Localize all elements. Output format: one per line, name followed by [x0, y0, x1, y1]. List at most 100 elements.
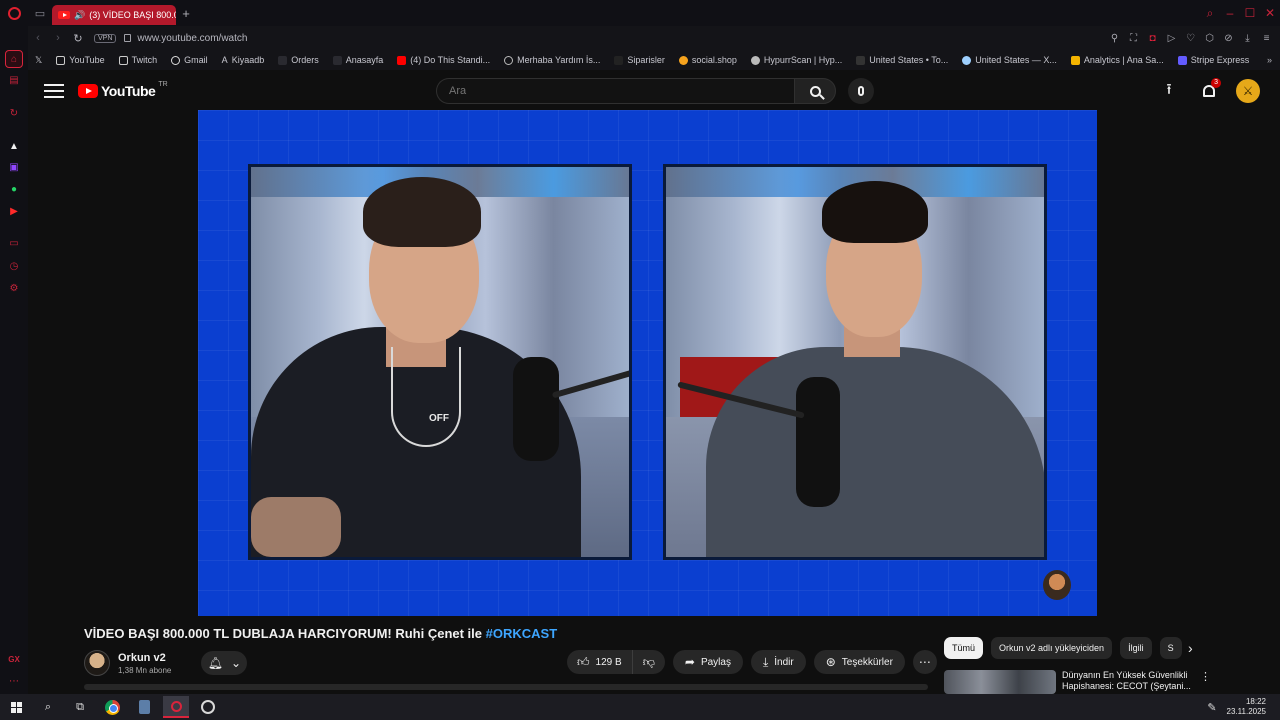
recommended-video[interactable]: Dünyanın En Yüksek Güvenlikli Hapishanes…	[944, 670, 1214, 694]
video-player[interactable]: OFF	[198, 110, 1097, 616]
search-input[interactable]	[436, 78, 794, 104]
bookmark-item[interactable]: United States — X...	[955, 55, 1064, 65]
search-button[interactable]	[794, 78, 836, 104]
twitch-icon[interactable]: ▣	[5, 158, 23, 176]
history-icon[interactable]: ◷	[5, 257, 23, 275]
vpn-badge[interactable]: VPN	[94, 33, 117, 43]
share-button[interactable]: ➦ Paylaş	[672, 650, 743, 674]
account-avatar[interactable]: ⚔	[1236, 79, 1260, 103]
minimize-button[interactable]: –	[1220, 0, 1240, 26]
a-letter-icon: A	[221, 55, 228, 65]
bookmark-item[interactable]: Siparisler	[607, 55, 672, 65]
bookmark-x[interactable]: 𝕏	[28, 55, 49, 66]
lock-icon[interactable]	[124, 34, 132, 42]
dislike-button[interactable]: 👎︎	[633, 650, 665, 674]
refresh-feed-icon[interactable]: ↻	[5, 104, 23, 122]
extensions-icon[interactable]: ⬡	[1202, 33, 1217, 44]
chip-from-uploader[interactable]: Orkun v2 adlı yükleyiciden	[991, 637, 1113, 659]
bookmark-item[interactable]: Analytics | Ana Sa...	[1064, 55, 1171, 65]
opera-menu-button[interactable]	[0, 0, 28, 26]
new-tab-button[interactable]: +	[176, 6, 196, 21]
aria-icon[interactable]: ▲	[5, 137, 23, 155]
stripe-icon	[1177, 55, 1187, 65]
chip-related[interactable]: İlgili	[1120, 637, 1152, 659]
start-button[interactable]	[0, 694, 32, 720]
bookmark-item[interactable]: A Kiyaadb	[215, 55, 272, 65]
channel-name[interactable]: Orkun v2	[118, 652, 171, 664]
url-field[interactable]: www.youtube.com/watch	[137, 33, 247, 44]
bookmark-item[interactable]: Anasayfa	[326, 55, 391, 65]
tab-islands-icon[interactable]: ▭	[28, 0, 52, 26]
calculator-taskbar-button[interactable]	[128, 694, 160, 720]
opera-gx-taskbar-button[interactable]	[160, 694, 192, 720]
speaker-icon: 🔊	[74, 9, 86, 20]
upload-icon[interactable]: ⭱	[1156, 78, 1182, 104]
chip-all[interactable]: Tümü	[944, 637, 984, 659]
bookmark-label: HypurrScan | Hyp...	[763, 55, 843, 65]
bookmark-item[interactable]: Merhaba Yardım İs...	[497, 55, 607, 65]
bookmark-item[interactable]: Twitch	[112, 55, 165, 65]
recommended-title[interactable]: Dünyanın En Yüksek Güvenlikli Hapishanes…	[1062, 670, 1194, 692]
gx-control-icon[interactable]: GX	[5, 650, 23, 668]
bookmark-item[interactable]: Stripe Express	[1171, 55, 1257, 65]
search-tabs-icon[interactable]: ⌕	[1200, 0, 1220, 26]
bookmark-item[interactable]: United States • To...	[849, 55, 955, 65]
subscription-bell-button[interactable]: 🔔︎ ⌄	[201, 651, 248, 675]
app-taskbar-button[interactable]	[192, 694, 224, 720]
heart-icon[interactable]: ♡	[1183, 33, 1198, 44]
downloads-icon[interactable]: ⤓	[1240, 33, 1255, 44]
speed-dial-icon[interactable]: ▤	[5, 71, 23, 89]
channel-watermark[interactable]	[1043, 570, 1071, 600]
clock-date: 23.11.2025	[1226, 707, 1266, 716]
chevron-right-icon[interactable]: ›	[1188, 640, 1193, 656]
maximize-button[interactable]: ☐	[1240, 0, 1260, 26]
chrome-taskbar-button[interactable]	[96, 694, 128, 720]
voice-search-button[interactable]	[848, 78, 874, 104]
like-button[interactable]: 👍︎ 129 B	[567, 650, 633, 674]
hashtag-link[interactable]: #ORKCAST	[486, 626, 558, 641]
active-tab[interactable]: 🔊 (3) VİDEO BAŞI 800.00	[52, 5, 176, 25]
more-actions-button[interactable]: ⋯	[912, 650, 937, 674]
notifications-button[interactable]: 3	[1196, 78, 1222, 104]
bookmark-item[interactable]: YouTube	[49, 55, 111, 65]
download-icon: ⤓	[762, 655, 769, 669]
settings-icon[interactable]: ⚙	[5, 279, 23, 297]
bookmark-item[interactable]: Gmail	[164, 55, 215, 65]
chip-partial[interactable]: S	[1159, 637, 1182, 659]
clock[interactable]: 18:22 23.11.2025	[1227, 697, 1266, 717]
task-view-icon[interactable]: ⧉	[64, 694, 96, 720]
sidebar-more-icon[interactable]: ⋯	[5, 672, 23, 690]
pin-icon[interactable]: ⚲	[1107, 33, 1122, 44]
bookmark-item[interactable]: Orders	[271, 55, 326, 65]
bookmark-item[interactable]: social.shop	[672, 55, 744, 65]
search-taskbar-icon[interactable]: ⌕	[32, 694, 64, 720]
back-button[interactable]: ‹	[28, 32, 48, 44]
pocket-icon[interactable]: ◘	[1145, 33, 1160, 44]
close-window-button[interactable]: ✕	[1260, 0, 1280, 26]
home-icon[interactable]: ⌂	[5, 50, 23, 68]
kebab-menu-icon[interactable]: ⋮	[1200, 670, 1211, 694]
bookmarks-overflow-icon[interactable]: »	[1267, 55, 1280, 65]
bookmark-item[interactable]: (4) Do This Standi...	[390, 55, 497, 65]
forward-button[interactable]: ›	[48, 32, 68, 44]
video-frame-left: OFF	[248, 164, 632, 560]
hamburger-menu-icon[interactable]	[44, 84, 64, 98]
recommended-thumbnail[interactable]	[944, 670, 1056, 694]
download-button[interactable]: ⤓ İndir	[750, 650, 806, 674]
youtube-sidebar-icon[interactable]: ▶	[5, 202, 23, 220]
youtube-logo[interactable]: YouTube TR	[78, 81, 168, 99]
whatsapp-icon[interactable]: ●	[5, 180, 23, 198]
person-right-hair	[822, 181, 928, 243]
thanks-button[interactable]: ⊛ Teşekkürler	[813, 650, 905, 674]
microphone-left	[513, 357, 559, 461]
pen-icon[interactable]: ✎	[1207, 701, 1216, 714]
easy-setup-icon[interactable]: ≡	[1259, 33, 1274, 44]
bookmark-item[interactable]: HypurrScan | Hyp...	[744, 55, 849, 65]
player-icon[interactable]: ▷	[1164, 33, 1179, 44]
channel-avatar[interactable]	[84, 650, 110, 676]
reload-button[interactable]: ↻	[68, 32, 88, 45]
ad-block-icon[interactable]: ⊘	[1221, 33, 1236, 44]
snapshot-icon[interactable]: ⛶	[1126, 33, 1141, 44]
wallet-icon[interactable]: ▭	[5, 234, 23, 252]
microphone-right	[796, 377, 840, 507]
